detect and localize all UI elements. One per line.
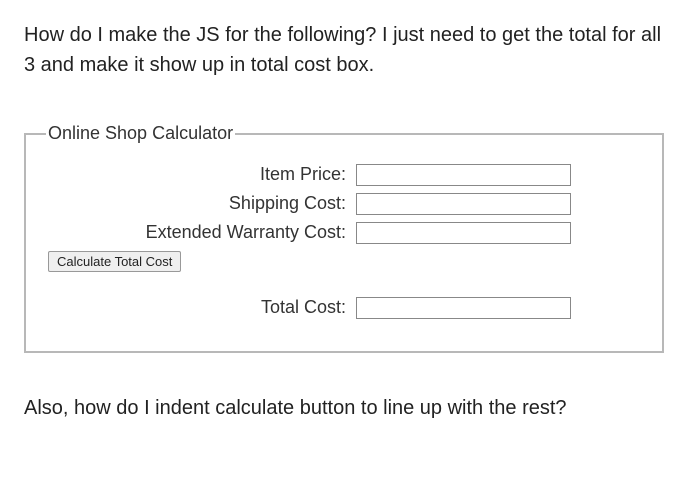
item-price-input[interactable] [356, 164, 571, 186]
warranty-cost-row: Extended Warranty Cost: [46, 219, 642, 246]
shipping-cost-label: Shipping Cost: [46, 190, 356, 217]
fieldset-legend: Online Shop Calculator [46, 120, 235, 147]
button-row: Calculate Total Cost [48, 250, 642, 274]
shipping-cost-row: Shipping Cost: [46, 190, 642, 217]
calculator-fieldset: Online Shop Calculator Item Price: Shipp… [24, 120, 664, 353]
shipping-cost-input[interactable] [356, 193, 571, 215]
question-intro-text: How do I make the JS for the following? … [24, 20, 664, 80]
question-followup-text: Also, how do I indent calculate button t… [24, 393, 664, 423]
total-cost-row: Total Cost: [46, 294, 642, 321]
warranty-cost-label: Extended Warranty Cost: [46, 219, 356, 246]
warranty-cost-input[interactable] [356, 222, 571, 244]
total-cost-label: Total Cost: [46, 294, 356, 321]
calculate-button[interactable]: Calculate Total Cost [48, 251, 181, 272]
item-price-row: Item Price: [46, 161, 642, 188]
total-cost-input[interactable] [356, 297, 571, 319]
item-price-label: Item Price: [46, 161, 356, 188]
